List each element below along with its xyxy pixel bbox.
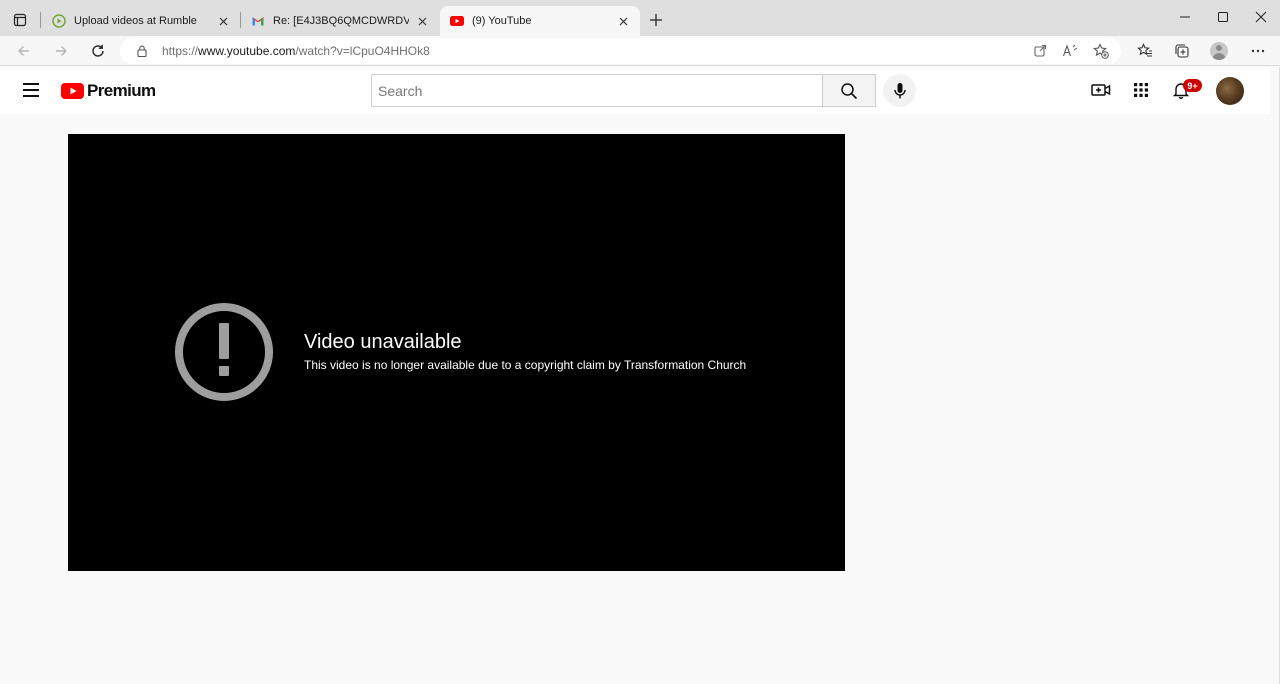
microphone-icon: [893, 82, 906, 98]
browser-toolbar: https://www.youtube.com/watch?v=lCpuO4HH…: [0, 36, 1280, 66]
apps-button[interactable]: [1130, 79, 1152, 101]
open-in-app-icon[interactable]: [1032, 43, 1048, 59]
youtube-premium-logo[interactable]: Premium: [61, 80, 156, 102]
plus-icon: [650, 14, 662, 26]
address-bar[interactable]: https://www.youtube.com/watch?v=lCpuO4HH…: [120, 38, 1121, 64]
account-avatar[interactable]: [1216, 77, 1244, 105]
close-tab-icon[interactable]: [415, 14, 429, 28]
close-window-button[interactable]: [1248, 6, 1274, 28]
browser-tab-gmail[interactable]: Re: [E4J3BQ6QMCDWRDVE5TQJ: [241, 6, 439, 36]
tab-actions-button[interactable]: [8, 8, 32, 32]
settings-more-button[interactable]: [1247, 40, 1269, 62]
url-host: www.youtube.com: [198, 44, 296, 58]
minimize-button[interactable]: [1172, 6, 1198, 28]
close-tab-icon[interactable]: [216, 14, 230, 28]
favorites-icon: [1137, 43, 1152, 57]
url-text[interactable]: https://www.youtube.com/watch?v=lCpuO4HH…: [162, 44, 430, 58]
logo-text: Premium: [87, 81, 156, 100]
profile-button[interactable]: [1208, 40, 1230, 62]
tab-title: (9) YouTube: [472, 15, 532, 27]
search-button[interactable]: [823, 74, 876, 107]
tab-title: Upload videos at Rumble: [74, 15, 197, 27]
favorites-button[interactable]: [1134, 40, 1156, 62]
exclamation-circle-icon: [175, 303, 273, 401]
youtube-icon: [450, 14, 464, 28]
arrow-left-icon: [18, 46, 29, 56]
maximize-button[interactable]: [1210, 6, 1236, 28]
gmail-icon: [251, 14, 265, 28]
notification-count-badge: 9+: [1183, 79, 1202, 92]
back-button[interactable]: [12, 39, 36, 63]
search-input[interactable]: [372, 75, 822, 106]
url-scheme: https://: [162, 44, 199, 58]
browser-tab-youtube[interactable]: (9) YouTube: [440, 6, 640, 36]
hamburger-icon-line: [23, 83, 39, 85]
tab-title: Re: [E4J3BQ6QMCDWRDVE5TQJ: [273, 15, 409, 27]
lock-icon[interactable]: [135, 44, 149, 58]
error-message: This video is no longer available due to…: [304, 358, 747, 372]
add-favorite-icon[interactable]: [1093, 43, 1109, 59]
arrow-right-icon: [56, 46, 67, 56]
youtube-play-icon: [61, 83, 84, 99]
more-horizontal-icon: [1251, 49, 1265, 53]
video-player[interactable]: Video unavailable This video is no longe…: [68, 134, 845, 571]
close-icon: [1255, 11, 1267, 23]
hamburger-icon-line: [23, 95, 39, 97]
close-tab-icon[interactable]: [616, 14, 630, 28]
voice-search-button[interactable]: [883, 74, 916, 107]
apps-grid-icon: [1134, 83, 1148, 97]
refresh-icon: [92, 44, 104, 57]
search-icon: [841, 82, 858, 99]
search-box[interactable]: [371, 74, 823, 107]
refresh-button[interactable]: [86, 39, 110, 63]
read-aloud-icon[interactable]: [1062, 43, 1078, 59]
error-title: Video unavailable: [304, 331, 462, 353]
create-button[interactable]: [1090, 79, 1112, 101]
browser-tab-strip: Upload videos at Rumble Re: [E4J3BQ6QMCD…: [0, 0, 1280, 36]
new-tab-button[interactable]: [646, 10, 666, 30]
forward-button[interactable]: [49, 39, 73, 63]
tab-separator: [40, 12, 41, 28]
youtube-masthead: Premium: [0, 67, 1270, 114]
rumble-icon: [52, 14, 66, 28]
tab-actions-icon: [13, 13, 27, 27]
hamburger-icon-line: [23, 89, 39, 91]
collections-icon: [1175, 44, 1189, 58]
minimize-icon: [1180, 16, 1190, 18]
browser-tab-rumble[interactable]: Upload videos at Rumble: [42, 6, 240, 36]
maximize-icon: [1218, 12, 1228, 22]
guide-menu-button[interactable]: [20, 79, 42, 101]
url-path: /watch?v=lCpuO4HHOk8: [295, 44, 430, 58]
collections-button[interactable]: [1171, 40, 1193, 62]
profile-icon: [1210, 42, 1228, 60]
video-camera-add-icon: [1091, 84, 1111, 96]
